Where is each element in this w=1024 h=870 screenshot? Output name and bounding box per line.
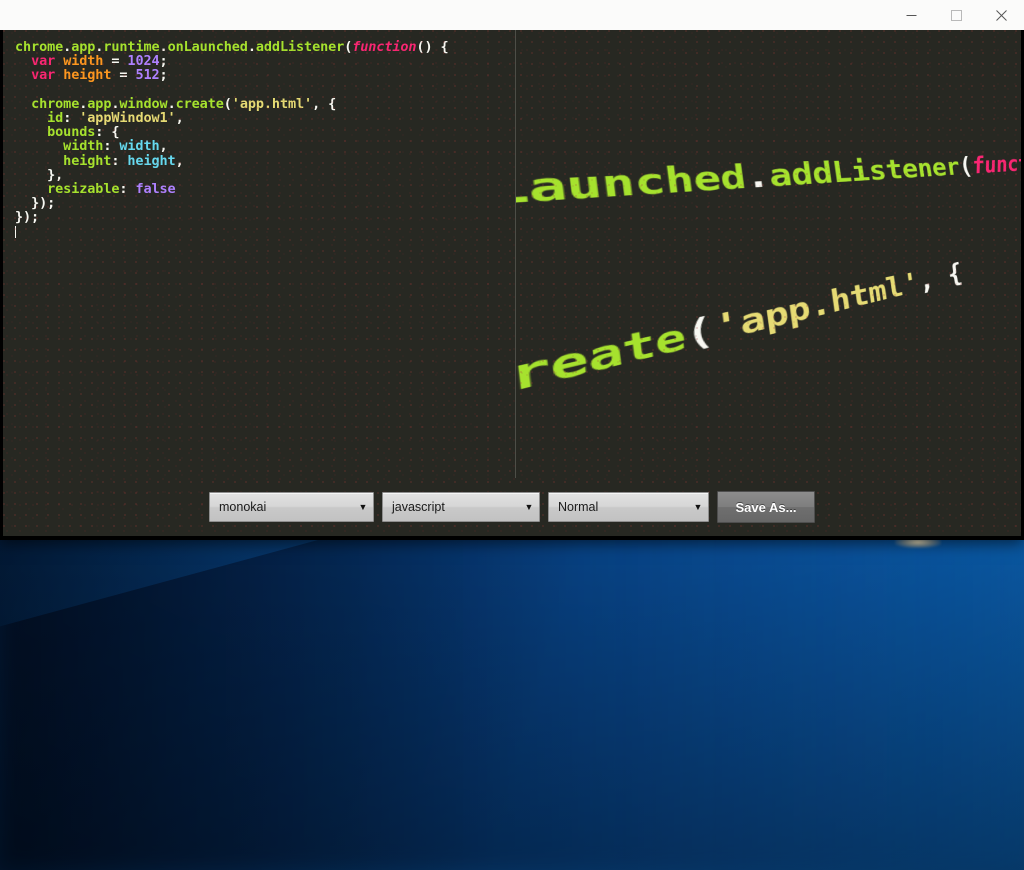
chevron-down-icon: ▼ — [524, 501, 534, 512]
style-select-value: Normal — [558, 500, 599, 514]
pane-splitter[interactable] — [515, 30, 516, 478]
text-cursor — [15, 225, 16, 238]
theme-select[interactable]: monokai ▼ — [209, 492, 374, 522]
code-snippet-app-window: chrome.app.runtime.onLaunched.addListene… — [0, 0, 1024, 540]
chevron-down-icon: ▼ — [693, 501, 703, 512]
code-editor-pane[interactable]: chrome.app.runtime.onLaunched.addListene… — [3, 30, 512, 478]
maximize-icon — [951, 9, 962, 21]
snippet-preview-pane: chrome.app.runtime.onLaunched.addListene… — [516, 30, 1021, 478]
theme-select-value: monokai — [219, 500, 267, 514]
window-titlebar[interactable] — [0, 0, 1024, 30]
close-icon — [996, 9, 1007, 21]
app-content-area: chrome.app.runtime.onLaunched.addListene… — [3, 30, 1021, 536]
code-editor-text[interactable]: chrome.app.runtime.onLaunched.addListene… — [15, 40, 506, 239]
chevron-down-icon: ▼ — [358, 501, 368, 512]
style-select[interactable]: Normal ▼ — [548, 492, 709, 522]
minimize-icon — [906, 14, 917, 16]
maximize-button[interactable] — [934, 0, 979, 30]
bottom-toolbar: monokai ▼ javascript ▼ Normal ▼ Save As.… — [3, 478, 1021, 536]
save-as-button[interactable]: Save As... — [717, 491, 815, 523]
minimize-button[interactable] — [889, 0, 934, 30]
language-select[interactable]: javascript ▼ — [382, 492, 540, 522]
language-select-value: javascript — [392, 500, 445, 514]
close-button[interactable] — [979, 0, 1024, 30]
window-title — [0, 0, 889, 30]
snippet-preview-text: chrome.app.runtime.onLaunched.addListene… — [516, 149, 1021, 465]
